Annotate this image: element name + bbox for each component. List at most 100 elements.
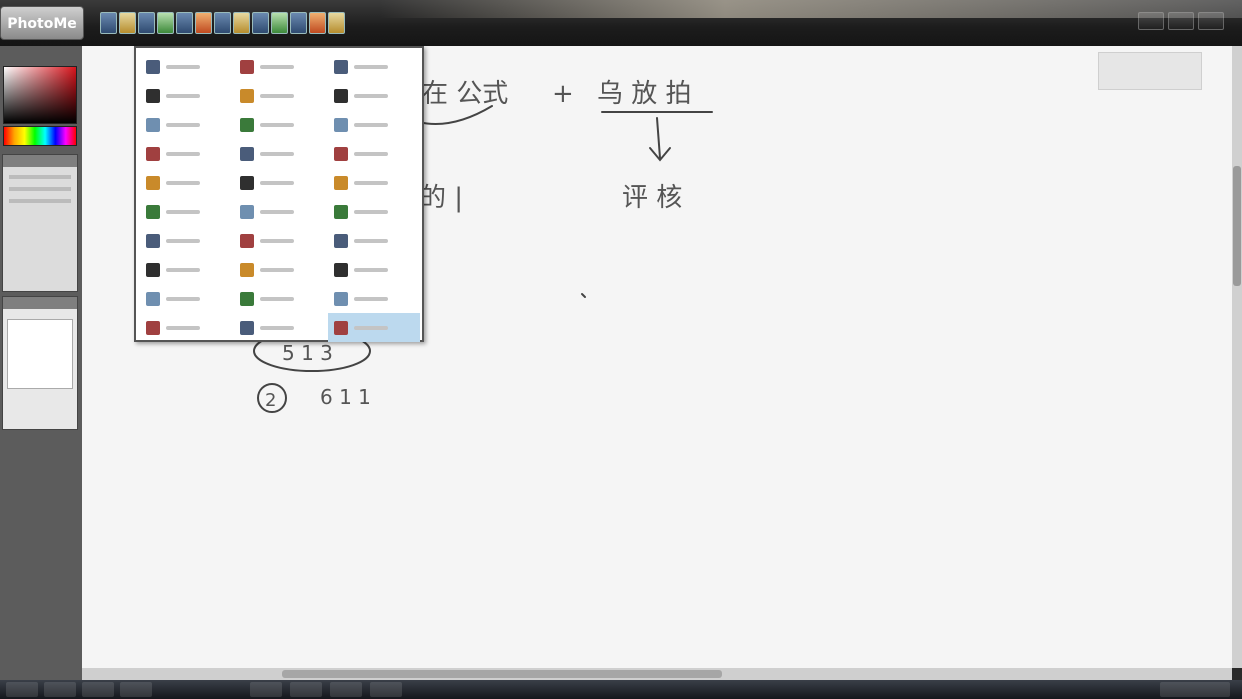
menu-column (234, 52, 326, 342)
marker-icon (146, 175, 160, 190)
eraser-icon[interactable] (138, 12, 155, 34)
menu-item[interactable] (140, 284, 232, 313)
minimize-icon[interactable] (1138, 12, 1164, 30)
menu-item[interactable] (234, 81, 326, 110)
menu-item[interactable] (140, 226, 232, 255)
close-icon[interactable] (1198, 12, 1224, 30)
taskbar-app[interactable] (82, 682, 114, 697)
menu-item[interactable] (234, 139, 326, 168)
app-logo[interactable]: PhotoMe (0, 6, 84, 40)
menu-item-label (354, 151, 388, 156)
menu-item[interactable] (140, 255, 232, 284)
hue-slider[interactable] (3, 126, 77, 146)
bucket-icon (146, 204, 160, 219)
export-icon[interactable] (328, 12, 345, 34)
menu-item[interactable] (328, 197, 420, 226)
layer-thumbnail[interactable] (7, 319, 73, 389)
taskbar-app[interactable] (330, 682, 362, 697)
option-row[interactable] (9, 175, 71, 179)
panel-header[interactable] (3, 297, 77, 309)
start-button[interactable] (6, 682, 38, 697)
menu-item[interactable] (234, 284, 326, 313)
menu-item[interactable] (328, 139, 420, 168)
formula-text: 乌 放 拍 (597, 79, 692, 109)
menu-item[interactable] (234, 110, 326, 139)
menu-item-label (354, 296, 388, 301)
dot-stroke (581, 293, 586, 298)
horizontal-scrollbar[interactable] (82, 668, 1232, 680)
settings-icon[interactable] (309, 12, 326, 34)
menu-item[interactable] (234, 197, 326, 226)
title-bar: PhotoMe (0, 0, 1242, 46)
menu-item-label (166, 238, 200, 243)
text-icon[interactable] (176, 12, 193, 34)
menu-item-label (166, 267, 200, 272)
gradient-icon (146, 233, 160, 248)
taskbar-app[interactable] (44, 682, 76, 697)
taskbar-app[interactable] (250, 682, 282, 697)
menu-item[interactable] (140, 168, 232, 197)
option-row[interactable] (9, 199, 71, 203)
heal-icon (334, 175, 348, 190)
menu-item[interactable] (234, 168, 326, 197)
menu-item-label (354, 209, 388, 214)
zoom-icon[interactable] (290, 12, 307, 34)
redo-icon[interactable] (271, 12, 288, 34)
undo-icon[interactable] (252, 12, 269, 34)
menu-item[interactable] (234, 226, 326, 255)
scroll-thumb[interactable] (282, 670, 722, 678)
taskbar-app[interactable] (120, 682, 152, 697)
menu-item[interactable] (328, 81, 420, 110)
menu-item[interactable] (328, 226, 420, 255)
menu-item[interactable] (140, 313, 232, 342)
menu-item[interactable] (328, 313, 420, 342)
curve-icon (334, 117, 348, 132)
menu-item-label (354, 238, 388, 243)
burn-icon (334, 233, 348, 248)
taskbar-app[interactable] (290, 682, 322, 697)
tool-options-panel (2, 154, 78, 292)
fill-icon[interactable] (214, 12, 231, 34)
menu-item-label (260, 267, 294, 272)
menu-item[interactable] (140, 110, 232, 139)
color-picker[interactable] (3, 66, 77, 124)
scroll-thumb[interactable] (1233, 166, 1241, 286)
brush-icon (240, 146, 254, 161)
menu-item-label (354, 64, 388, 69)
dodge-icon (334, 204, 348, 219)
hand-icon (334, 320, 348, 335)
menu-item-label (260, 64, 294, 69)
menu-item-label (354, 93, 388, 98)
vertical-scrollbar[interactable] (1232, 46, 1242, 668)
menu-item[interactable] (328, 110, 420, 139)
menu-item[interactable] (234, 313, 326, 342)
menu-item[interactable] (234, 255, 326, 284)
brush-icon[interactable] (119, 12, 136, 34)
shape-icon[interactable] (157, 12, 174, 34)
option-row[interactable] (9, 187, 71, 191)
menu-item[interactable] (140, 81, 232, 110)
menu-item[interactable] (328, 284, 420, 313)
taskbar-app[interactable] (370, 682, 402, 697)
menu-item-label (354, 122, 388, 127)
stamp-icon (146, 262, 160, 277)
menu-item[interactable] (140, 197, 232, 226)
layers-icon[interactable] (233, 12, 250, 34)
menu-item[interactable] (328, 168, 420, 197)
maximize-icon[interactable] (1168, 12, 1194, 30)
watermark-logo (1098, 52, 1202, 90)
color-icon[interactable] (195, 12, 212, 34)
pen-tool-icon[interactable] (100, 12, 117, 34)
triangle-icon (240, 320, 254, 335)
menu-item[interactable] (328, 255, 420, 284)
menu-item[interactable] (140, 52, 232, 81)
menu-item-label (354, 267, 388, 272)
menu-item[interactable] (328, 52, 420, 81)
blur-icon (240, 233, 254, 248)
system-tray[interactable] (1160, 682, 1230, 697)
plus-sign: + (552, 79, 574, 109)
panel-header[interactable] (3, 155, 77, 167)
pencil-icon (146, 117, 160, 132)
menu-item[interactable] (140, 139, 232, 168)
menu-item[interactable] (234, 52, 326, 81)
